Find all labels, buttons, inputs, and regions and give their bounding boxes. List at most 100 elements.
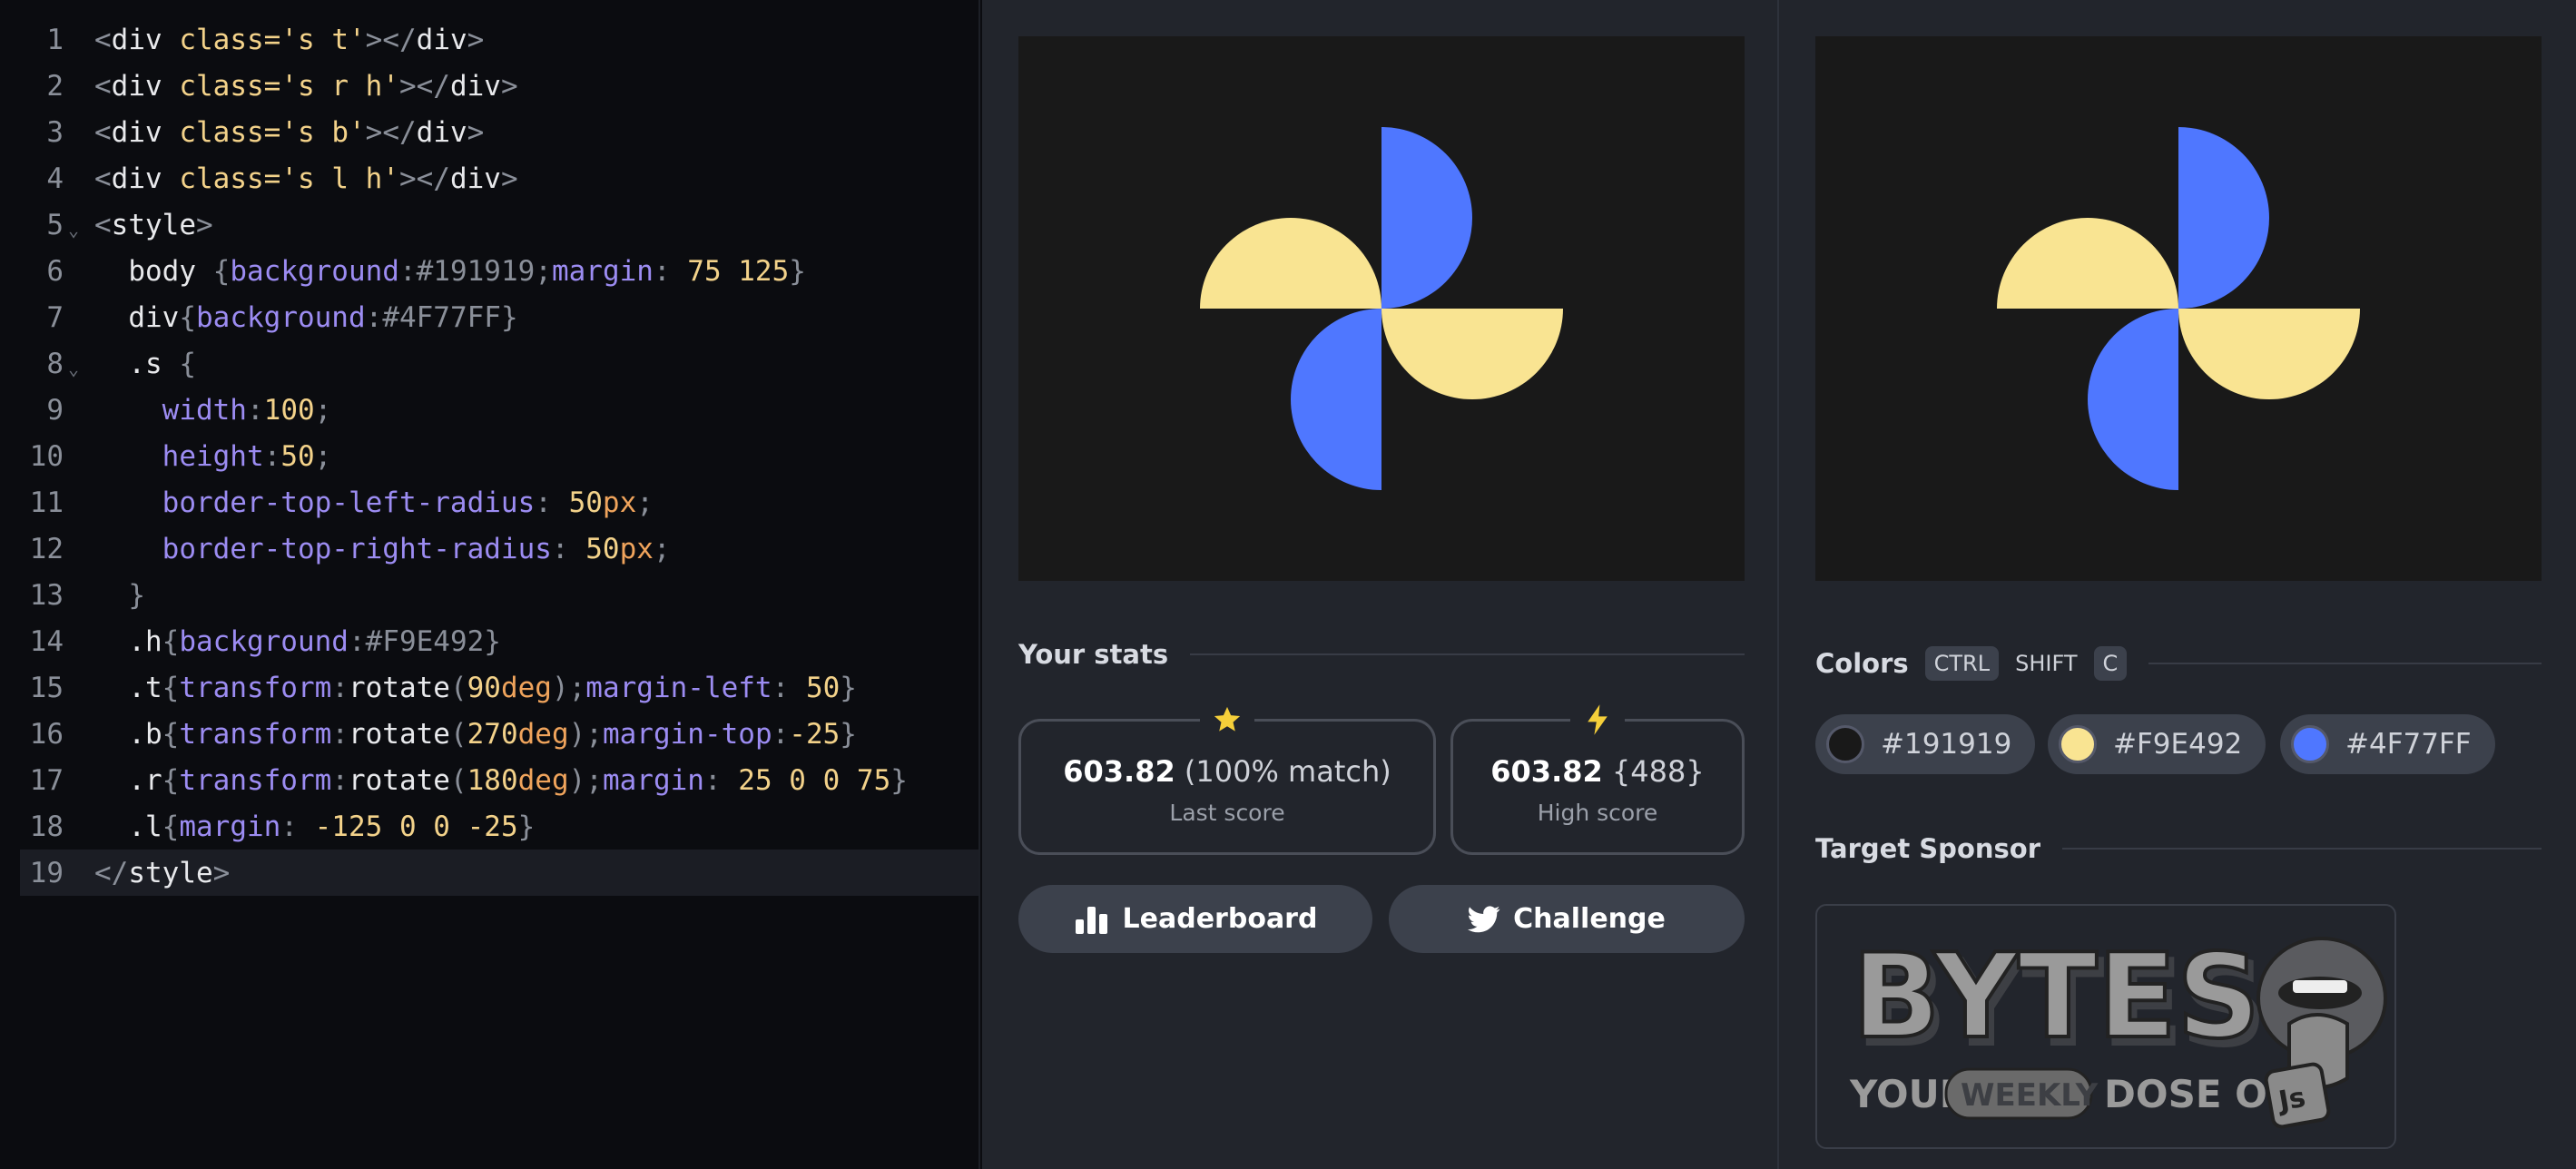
code-token: > bbox=[196, 208, 213, 241]
line-number: 19 bbox=[29, 856, 64, 889]
code-token: ></ bbox=[398, 69, 450, 103]
code-token: < bbox=[94, 162, 112, 195]
code-token: 100 bbox=[263, 393, 315, 427]
code-token: width bbox=[162, 393, 247, 427]
code-token: ); bbox=[551, 671, 586, 704]
fold-chevron-icon[interactable]: ⌄ bbox=[64, 210, 84, 241]
line-number: 13 bbox=[29, 578, 64, 612]
code-token: 50 bbox=[805, 671, 841, 704]
code-token: { bbox=[162, 671, 180, 704]
code-token: : bbox=[348, 624, 366, 658]
line-number: 18 bbox=[29, 810, 64, 843]
code-token: .b bbox=[94, 717, 162, 751]
fold-gutter bbox=[64, 869, 84, 878]
color-chip-f9e492[interactable]: #F9E492 bbox=[2048, 714, 2266, 774]
code-line[interactable]: 6 body {background:#191919;margin: 75 12… bbox=[0, 248, 978, 294]
code-text: div{background:#4F77FF} bbox=[84, 300, 518, 334]
challenge-button[interactable]: Challenge bbox=[1389, 885, 1745, 953]
line-number: 15 bbox=[29, 671, 64, 704]
code-token: .l bbox=[94, 810, 162, 843]
code-line[interactable]: 16 .b{transform:rotate(270deg);margin-to… bbox=[0, 711, 978, 757]
code-line[interactable]: 17 .r{transform:rotate(180deg);margin: 2… bbox=[0, 757, 978, 803]
code-line[interactable]: 8 ⌄ .s { bbox=[0, 340, 978, 387]
code-line[interactable]: 4 <div class='s l h'></div> bbox=[0, 155, 978, 201]
fold-gutter bbox=[64, 545, 84, 554]
high-score-value: 603.82 {488} bbox=[1490, 754, 1705, 789]
code-token: deg bbox=[517, 763, 569, 797]
code-line[interactable]: 19 </style> bbox=[20, 850, 978, 896]
code-line[interactable]: 10 height:50; bbox=[0, 433, 978, 479]
high-score-label: High score bbox=[1537, 800, 1658, 826]
code-line[interactable]: 18 .l{margin: -125 0 0 -25} bbox=[0, 803, 978, 850]
leaderboard-button[interactable]: Leaderboard bbox=[1018, 885, 1372, 953]
line-number: 5 bbox=[46, 208, 64, 241]
code-token: -125 0 0 -25 bbox=[314, 810, 518, 843]
code-token: : bbox=[280, 810, 315, 843]
code-token: margin bbox=[179, 810, 281, 843]
code-token: ); bbox=[568, 717, 603, 751]
color-chip-4f77ff[interactable]: #4F77FF bbox=[2280, 714, 2495, 774]
code-token: < bbox=[94, 208, 112, 241]
code-token: border-top-right-radius bbox=[162, 532, 552, 565]
code-editor[interactable]: 1 <div class='s t'></div> 2 <div class='s r… bbox=[0, 0, 980, 1169]
code-line[interactable]: 15 .t{transform:rotate(90deg);margin-lef… bbox=[0, 664, 978, 711]
code-token: 25 0 0 75 bbox=[738, 763, 891, 797]
code-token: div bbox=[449, 69, 501, 103]
code-token: transform bbox=[179, 763, 332, 797]
code-token: </ bbox=[94, 856, 129, 889]
fold-gutter bbox=[64, 452, 84, 461]
high-score-card: 603.82 {488} High score bbox=[1450, 702, 1745, 855]
bytes-logo: BYTES BYTES YOUR WEEKLY DOSE OF Js bbox=[1849, 928, 2387, 1129]
code-token: div bbox=[94, 300, 180, 334]
color-swatch bbox=[2059, 725, 2097, 763]
color-hex: #191919 bbox=[1881, 728, 2012, 761]
code-token: 's t' bbox=[280, 23, 366, 56]
code-text: </style> bbox=[84, 857, 230, 889]
code-token: } bbox=[484, 624, 501, 658]
code-token: ( bbox=[449, 671, 467, 704]
code-token: ; bbox=[535, 254, 552, 288]
code-token: .h bbox=[94, 624, 162, 658]
code-line[interactable]: 1 <div class='s t'></div> bbox=[0, 16, 978, 63]
code-token: : bbox=[653, 254, 688, 288]
color-chip-191919[interactable]: #191919 bbox=[1815, 714, 2036, 774]
code-token: .r bbox=[94, 763, 162, 797]
line-number: 16 bbox=[29, 717, 64, 751]
mouth-icon bbox=[2256, 937, 2387, 1089]
sponsor-ad[interactable]: BYTES BYTES YOUR WEEKLY DOSE OF Js bbox=[1815, 904, 2396, 1149]
code-token: } bbox=[500, 300, 518, 334]
code-text: border-top-right-radius: 50px; bbox=[84, 533, 671, 565]
code-line[interactable]: 12 border-top-right-radius: 50px; bbox=[0, 526, 978, 572]
code-token: { bbox=[162, 624, 180, 658]
code-text: width:100; bbox=[84, 393, 332, 427]
line-number: 9 bbox=[46, 393, 64, 427]
star-icon bbox=[1200, 702, 1254, 738]
code-token: height bbox=[162, 439, 264, 473]
code-text: <div class='s t'></div> bbox=[84, 24, 484, 56]
fold-chevron-icon[interactable]: ⌄ bbox=[64, 349, 84, 379]
code-token: transform bbox=[179, 717, 332, 751]
code-text: <div class='s b'></div> bbox=[84, 116, 484, 149]
color-hex: #4F77FF bbox=[2345, 728, 2472, 761]
code-token: class= bbox=[179, 162, 281, 195]
fold-gutter bbox=[64, 730, 84, 739]
line-number: 7 bbox=[46, 300, 64, 334]
code-token: : bbox=[365, 300, 383, 334]
code-token: : bbox=[398, 254, 417, 288]
code-token: : bbox=[263, 439, 281, 473]
code-line[interactable]: 5 ⌄ <style> bbox=[0, 201, 978, 248]
code-token: class= bbox=[179, 23, 281, 56]
code-line[interactable]: 14 .h{background:#F9E492} bbox=[0, 618, 978, 664]
code-line[interactable]: 9 width:100; bbox=[0, 387, 978, 433]
code-token: 50 bbox=[280, 439, 315, 473]
code-line[interactable]: 13 } bbox=[0, 572, 978, 618]
code-token: ( bbox=[449, 763, 467, 797]
code-token: #F9E492 bbox=[365, 624, 485, 658]
code-line[interactable]: 2 <div class='s r h'></div> bbox=[0, 63, 978, 109]
code-line[interactable]: 3 <div class='s b'></div> bbox=[0, 109, 978, 155]
code-line[interactable]: 7 div{background:#4F77FF} bbox=[0, 294, 978, 340]
code-token: 's r h' bbox=[280, 69, 399, 103]
code-line[interactable]: 11 border-top-left-radius: 50px; bbox=[0, 479, 978, 526]
